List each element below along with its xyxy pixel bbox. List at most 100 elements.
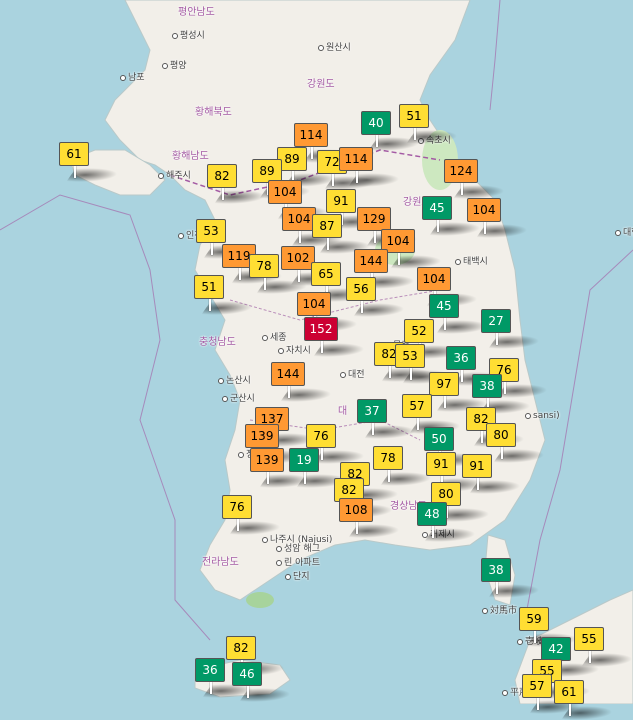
aqi-value-badge[interactable]: 52: [404, 319, 434, 343]
aqi-value-badge[interactable]: 104: [297, 292, 331, 316]
aqi-marker[interactable]: 55: [574, 627, 633, 667]
aqi-marker[interactable]: 114: [294, 123, 359, 163]
aqi-value-badge[interactable]: 42: [541, 637, 571, 661]
aqi-marker[interactable]: 80: [431, 482, 494, 522]
aqi-marker[interactable]: 27: [481, 309, 544, 349]
aqi-marker[interactable]: 48: [417, 502, 480, 542]
aqi-marker[interactable]: 78: [373, 446, 436, 486]
aqi-value-badge[interactable]: 91: [462, 454, 492, 478]
aqi-value-badge[interactable]: 129: [357, 207, 391, 231]
aqi-marker[interactable]: 72: [317, 150, 380, 190]
aqi-marker[interactable]: 152: [304, 317, 369, 357]
aqi-marker[interactable]: 82: [374, 342, 437, 382]
aqi-value-badge[interactable]: 37: [357, 399, 387, 423]
aqi-marker[interactable]: 53: [196, 219, 259, 259]
aqi-value-badge[interactable]: 59: [519, 607, 549, 631]
aqi-marker[interactable]: 76: [222, 495, 285, 535]
aqi-value-badge[interactable]: 144: [271, 362, 305, 386]
aqi-marker[interactable]: 76: [306, 424, 369, 464]
aqi-value-badge[interactable]: 76: [306, 424, 336, 448]
aqi-value-badge[interactable]: 51: [399, 104, 429, 128]
aqi-marker[interactable]: 144: [271, 362, 336, 402]
aqi-value-badge[interactable]: 139: [250, 448, 284, 472]
aqi-marker[interactable]: 19: [289, 448, 352, 488]
aqi-marker[interactable]: 51: [399, 104, 462, 144]
aqi-marker[interactable]: 59: [519, 607, 582, 647]
aqi-marker[interactable]: 129: [357, 207, 422, 247]
aqi-marker[interactable]: 108: [339, 498, 404, 538]
aqi-marker[interactable]: 51: [194, 275, 257, 315]
aqi-marker[interactable]: 53: [395, 344, 458, 384]
aqi-marker[interactable]: 104: [381, 229, 446, 269]
aqi-value-badge[interactable]: 65: [311, 262, 341, 286]
aqi-marker[interactable]: 114: [339, 147, 404, 187]
aqi-marker[interactable]: 76: [489, 358, 552, 398]
aqi-marker[interactable]: 119: [222, 244, 287, 284]
aqi-marker[interactable]: 102: [281, 246, 346, 286]
aqi-marker[interactable]: 57: [522, 674, 585, 714]
aqi-marker[interactable]: 82: [207, 164, 270, 204]
aqi-marker[interactable]: 38: [481, 558, 544, 598]
aqi-marker[interactable]: 78: [249, 254, 312, 294]
map-canvas[interactable]: [0, 0, 633, 704]
aqi-value-badge[interactable]: 61: [554, 680, 584, 704]
aqi-marker[interactable]: 57: [402, 394, 465, 434]
aqi-value-badge[interactable]: 45: [429, 294, 459, 318]
aqi-marker[interactable]: 104: [467, 198, 532, 238]
aqi-value-badge[interactable]: 48: [417, 502, 447, 526]
aqi-value-badge[interactable]: 80: [486, 423, 516, 447]
aqi-value-badge[interactable]: 50: [424, 427, 454, 451]
aqi-marker[interactable]: 40: [361, 111, 424, 151]
aqi-marker[interactable]: 124: [444, 159, 509, 199]
aqi-value-badge[interactable]: 104: [268, 180, 302, 204]
aqi-value-badge[interactable]: 102: [281, 246, 315, 270]
aqi-value-badge[interactable]: 97: [429, 372, 459, 396]
aqi-value-badge[interactable]: 87: [312, 214, 342, 238]
aqi-value-badge[interactable]: 108: [339, 498, 373, 522]
aqi-value-badge[interactable]: 91: [426, 452, 456, 476]
aqi-value-badge[interactable]: 76: [222, 495, 252, 519]
aqi-marker[interactable]: 91: [462, 454, 525, 494]
aqi-value-badge[interactable]: 40: [361, 111, 391, 135]
aqi-value-badge[interactable]: 38: [472, 374, 502, 398]
aqi-marker[interactable]: 36: [446, 346, 509, 386]
aqi-marker[interactable]: 45: [429, 294, 492, 334]
aqi-value-badge[interactable]: 104: [417, 267, 451, 291]
aqi-value-badge[interactable]: 78: [249, 254, 279, 278]
aqi-marker[interactable]: 45: [422, 196, 485, 236]
aqi-marker[interactable]: 97: [429, 372, 492, 412]
aqi-marker[interactable]: 87: [312, 214, 375, 254]
aqi-value-badge[interactable]: 104: [467, 198, 501, 222]
aqi-value-badge[interactable]: 139: [245, 424, 279, 448]
aqi-value-badge[interactable]: 19: [289, 448, 319, 472]
aqi-value-badge[interactable]: 82: [226, 636, 256, 660]
aqi-value-badge[interactable]: 36: [446, 346, 476, 370]
aqi-value-badge[interactable]: 55: [574, 627, 604, 651]
aqi-marker[interactable]: 91: [326, 189, 389, 229]
aqi-value-badge[interactable]: 27: [481, 309, 511, 333]
aqi-value-badge[interactable]: 114: [339, 147, 373, 171]
aqi-value-badge[interactable]: 57: [402, 394, 432, 418]
aqi-value-badge[interactable]: 53: [196, 219, 226, 243]
aqi-marker[interactable]: 82: [466, 407, 529, 447]
aqi-value-badge[interactable]: 124: [444, 159, 478, 183]
aqi-marker[interactable]: 139: [250, 448, 315, 488]
aqi-value-badge[interactable]: 144: [354, 249, 388, 273]
aqi-marker[interactable]: 80: [486, 423, 549, 463]
aqi-value-badge[interactable]: 46: [232, 662, 262, 686]
aqi-value-badge[interactable]: 56: [346, 277, 376, 301]
aqi-value-badge[interactable]: 104: [282, 207, 316, 231]
aqi-marker[interactable]: 37: [357, 399, 420, 439]
aqi-value-badge[interactable]: 91: [326, 189, 356, 213]
aqi-value-badge[interactable]: 114: [294, 123, 328, 147]
aqi-marker[interactable]: 46: [232, 662, 295, 702]
aqi-marker[interactable]: 104: [282, 207, 347, 247]
aqi-value-badge[interactable]: 78: [373, 446, 403, 470]
aqi-marker[interactable]: 56: [346, 277, 409, 317]
aqi-value-badge[interactable]: 61: [59, 142, 89, 166]
aqi-marker[interactable]: 36: [195, 658, 258, 698]
aqi-value-badge[interactable]: 53: [395, 344, 425, 368]
aqi-value-badge[interactable]: 38: [481, 558, 511, 582]
aqi-value-badge[interactable]: 36: [195, 658, 225, 682]
aqi-value-badge[interactable]: 82: [207, 164, 237, 188]
